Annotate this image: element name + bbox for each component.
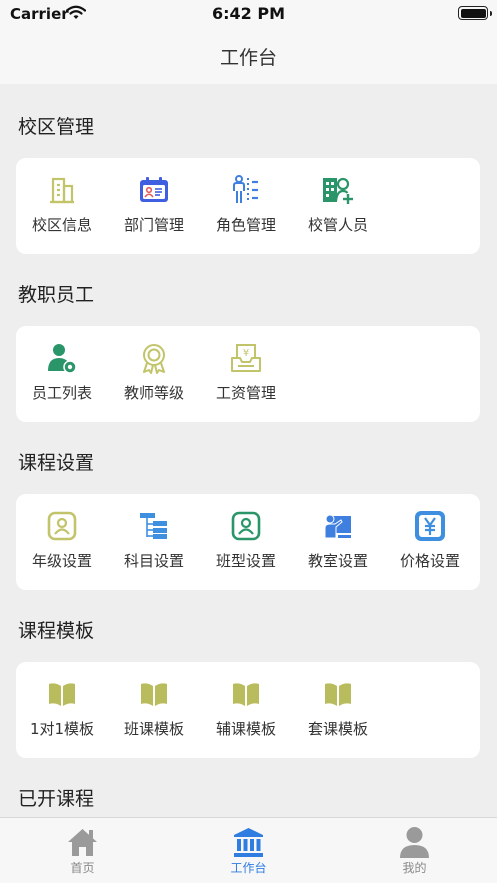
- grid-item-one-on-one-template[interactable]: 1对1模板: [16, 662, 108, 758]
- tab-workbench[interactable]: 工作台: [166, 818, 331, 883]
- portrait-frame-icon: [231, 511, 261, 541]
- grid-item-salary[interactable]: ¥ 工资管理: [200, 326, 292, 422]
- person-icon: [400, 827, 429, 858]
- book-icon: [141, 683, 167, 706]
- grid-item-label: 套课模板: [307, 720, 368, 738]
- yen-icon: [415, 511, 445, 541]
- tab-home[interactable]: 首页: [0, 818, 165, 883]
- grid-item-department[interactable]: 部门管理: [108, 158, 200, 254]
- book-icon: [325, 683, 351, 706]
- grid-item-role[interactable]: 角色管理: [200, 158, 292, 254]
- section-title-faculty: 教职员工: [18, 284, 95, 306]
- grid-item-teacher-level[interactable]: 教师等级: [108, 326, 200, 422]
- book-icon: [233, 683, 259, 706]
- grid-item-label: 员工列表: [31, 384, 92, 402]
- grid-item-label: 辅课模板: [215, 720, 276, 738]
- grid-item-label: 校区信息: [31, 216, 92, 234]
- portrait-frame-icon: [47, 511, 77, 541]
- tab-label: 工作台: [230, 861, 267, 875]
- workbench-content[interactable]: 校区管理 校区信息 部门管理 角色管理 校管人员 教职员工 员工列表 教师等级 …: [0, 84, 497, 817]
- grid-item-label: 教室设置: [307, 552, 368, 570]
- home-icon: [68, 829, 97, 856]
- section-title-open-courses: 已开课程: [18, 788, 95, 810]
- book-icon: [49, 683, 75, 706]
- tab-label: 首页: [70, 861, 95, 875]
- id-card-icon: [140, 177, 168, 202]
- grid-item-label: 科目设置: [123, 552, 184, 570]
- role-icon: [233, 175, 258, 203]
- salary-icon: ¥: [231, 344, 261, 372]
- classroom-icon: [324, 514, 351, 539]
- section-title-course-settings: 课程设置: [18, 452, 95, 474]
- nav-bar: 工作台: [0, 28, 497, 84]
- grid-item-price[interactable]: 价格设置: [384, 494, 476, 590]
- course-templates-card: 1对1模板 班课模板 辅课模板 套课模板: [16, 662, 480, 758]
- grid-item-staff-list[interactable]: 员工列表: [16, 326, 108, 422]
- grid-item-campus-info[interactable]: 校区信息: [16, 158, 108, 254]
- grid-item-label: 班课模板: [123, 720, 184, 738]
- svg-text:¥: ¥: [243, 348, 249, 359]
- page-title: 工作台: [219, 47, 277, 69]
- bank-icon: [234, 828, 263, 857]
- grid-item-class-type[interactable]: 班型设置: [200, 494, 292, 590]
- grid-item-label: 1对1模板: [29, 720, 95, 738]
- grid-item-label: 价格设置: [399, 552, 460, 570]
- grid-item-tutoring-template[interactable]: 辅课模板: [200, 662, 292, 758]
- grid-item-label: 班型设置: [215, 552, 276, 570]
- medal-icon: [143, 344, 165, 374]
- grid-item-classroom[interactable]: 教室设置: [292, 494, 384, 590]
- section-title-course-templates: 课程模板: [18, 620, 95, 642]
- clock: 6:42 PM: [211, 4, 285, 23]
- tab-bar: 首页 工作台 我的: [0, 817, 497, 883]
- grid-item-label: 年级设置: [31, 552, 92, 570]
- grid-item-grade[interactable]: 年级设置: [16, 494, 108, 590]
- faculty-card: 员工列表 教师等级 ¥ 工资管理: [16, 326, 480, 422]
- tree-icon: [140, 513, 167, 539]
- building-icon: [50, 177, 74, 204]
- section-title-campus: 校区管理: [18, 116, 95, 138]
- user-gear-icon: [48, 344, 77, 374]
- grid-item-label: 工资管理: [215, 384, 276, 402]
- grid-item-package-template[interactable]: 套课模板: [292, 662, 384, 758]
- status-bar: Carrier 6:42 PM: [0, 0, 497, 28]
- grid-item-label: 角色管理: [215, 216, 276, 234]
- tab-label: 我的: [402, 861, 427, 875]
- course-settings-card: 年级设置 科目设置 班型设置 教室设置 价格设置: [16, 494, 480, 590]
- grid-item-label: 部门管理: [123, 216, 184, 234]
- grid-item-campus-staff[interactable]: 校管人员: [292, 158, 384, 254]
- grid-item-class-template[interactable]: 班课模板: [108, 662, 200, 758]
- staff-add-icon: [323, 177, 353, 204]
- grid-item-label: 教师等级: [123, 384, 184, 402]
- grid-item-label: 校管人员: [307, 216, 368, 234]
- tab-mine[interactable]: 我的: [332, 818, 497, 883]
- grid-item-subject[interactable]: 科目设置: [108, 494, 200, 590]
- campus-card: 校区信息 部门管理 角色管理 校管人员: [16, 158, 480, 254]
- battery-icon: [458, 6, 492, 20]
